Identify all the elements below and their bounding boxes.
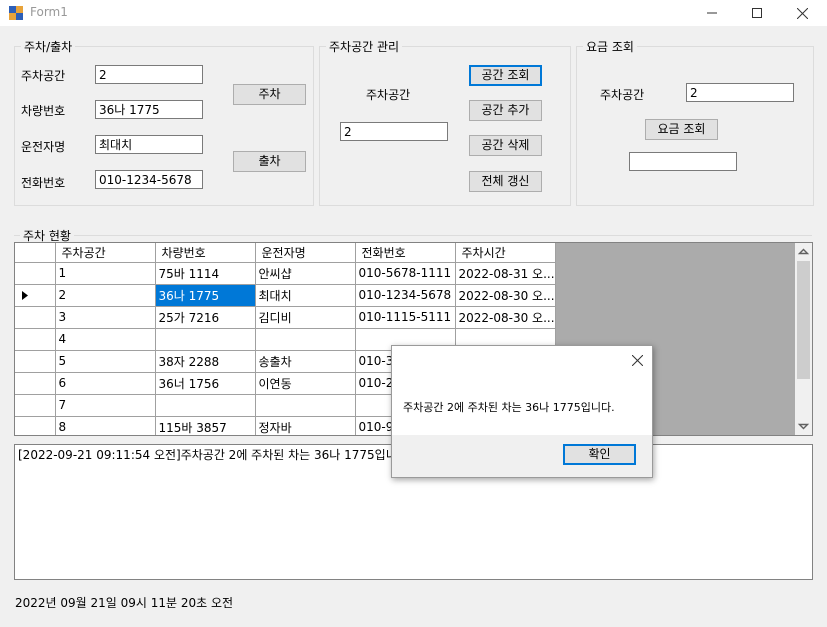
car-number-label: 차량번호	[21, 104, 66, 118]
park-button[interactable]: 주차	[233, 84, 306, 105]
fee-space-label: 주차공간	[600, 88, 645, 102]
driver-name-label: 운전자명	[21, 140, 66, 154]
table-row[interactable]: 3 25가 7216 김디비 010-1115-5111 2022-08-30 …	[15, 306, 556, 329]
close-icon	[796, 7, 808, 19]
minimize-button[interactable]	[689, 0, 735, 26]
fee-lookup-button[interactable]: 요금 조회	[645, 119, 718, 140]
scroll-down-icon[interactable]	[795, 418, 812, 435]
cell-car[interactable]	[155, 394, 256, 417]
cell-space[interactable]: 7	[55, 394, 156, 417]
row-header[interactable]	[15, 262, 56, 285]
column-header-phone[interactable]: 전화번호	[355, 243, 456, 263]
cell-car[interactable]: 75바 1114	[155, 262, 256, 285]
grid-header-row: 주차공간 차량번호 운전자명 전화번호 주차시간	[15, 243, 556, 263]
app-icon	[9, 6, 23, 20]
cell-driver[interactable]	[255, 328, 356, 351]
message-dialog: 주차공간 2에 주차된 차는 36나 1775입니다. 확인	[391, 345, 653, 478]
space-delete-button[interactable]: 공간 삭제	[469, 135, 542, 156]
column-header-time[interactable]: 주차시간	[455, 243, 556, 263]
minimize-icon	[707, 12, 717, 14]
cell-space[interactable]: 6	[55, 372, 156, 395]
cell-space[interactable]: 2	[55, 284, 156, 307]
cell-driver[interactable]: 안씨샵	[255, 262, 356, 285]
cell-car[interactable]: 36너 1756	[155, 372, 256, 395]
cell-car-selected[interactable]: 36나 1775	[155, 284, 256, 307]
cell-car[interactable]	[155, 328, 256, 351]
fee-space-input[interactable]: 2	[686, 83, 794, 102]
row-header[interactable]	[15, 394, 56, 417]
maximize-button[interactable]	[734, 0, 780, 26]
close-button[interactable]	[779, 0, 825, 26]
space-management-title: 주차공간 관리	[326, 38, 403, 55]
cell-space[interactable]: 8	[55, 416, 156, 435]
cell-space[interactable]: 1	[55, 262, 156, 285]
cell-driver[interactable]: 정자바	[255, 416, 356, 435]
grid-corner-header	[15, 243, 56, 263]
fee-result-output[interactable]	[629, 152, 737, 171]
cell-space[interactable]: 4	[55, 328, 156, 351]
phone-label: 전화번호	[21, 176, 66, 190]
table-row[interactable]: 1 75바 1114 안씨샵 010-5678-1111 2022-08-31 …	[15, 262, 556, 285]
cell-time[interactable]: 2022-08-30 오...	[455, 306, 556, 329]
cell-phone[interactable]: 010-5678-1111	[355, 262, 456, 285]
row-header[interactable]	[15, 306, 56, 329]
grid-vertical-scrollbar[interactable]	[795, 243, 812, 435]
cell-driver[interactable]: 최대치	[255, 284, 356, 307]
scroll-thumb[interactable]	[797, 261, 810, 379]
cell-driver[interactable]	[255, 394, 356, 417]
status-clock: 2022년 09월 21일 09시 11분 20초 오전	[15, 596, 234, 610]
parking-status-group: 주차 현황	[14, 227, 812, 244]
row-header[interactable]	[15, 350, 56, 373]
dialog-ok-button[interactable]: 확인	[563, 444, 636, 465]
fee-group-title: 요금 조회	[583, 38, 637, 55]
space-mgmt-space-input[interactable]: 2	[340, 122, 448, 141]
cell-car[interactable]: 25가 7216	[155, 306, 256, 329]
exit-button[interactable]: 출차	[233, 151, 306, 172]
column-header-car[interactable]: 차량번호	[155, 243, 256, 263]
scroll-up-icon[interactable]	[795, 243, 812, 260]
cell-time[interactable]: 2022-08-30 오...	[455, 284, 556, 307]
refresh-all-button[interactable]: 전체 갱신	[469, 171, 542, 192]
column-header-driver[interactable]: 운전자명	[255, 243, 356, 263]
cell-space[interactable]: 3	[55, 306, 156, 329]
space-lookup-button[interactable]: 공간 조회	[469, 65, 542, 86]
current-row-arrow-icon	[22, 291, 28, 300]
maximize-icon	[752, 8, 762, 18]
cell-phone[interactable]: 010-1234-5678	[355, 284, 456, 307]
column-header-space[interactable]: 주차공간	[55, 243, 156, 263]
cell-driver[interactable]: 송출차	[255, 350, 356, 373]
dialog-message: 주차공간 2에 주차된 차는 36나 1775입니다.	[403, 401, 615, 414]
driver-name-input[interactable]: 최대치	[95, 135, 203, 154]
car-number-input[interactable]: 36나 1775	[95, 100, 203, 119]
dialog-body: 주차공간 2에 주차된 차는 36나 1775입니다.	[392, 346, 652, 435]
cell-car[interactable]: 38자 2288	[155, 350, 256, 373]
title-bar: Form1	[0, 0, 827, 26]
parking-space-label: 주차공간	[21, 69, 66, 83]
row-header-current[interactable]	[15, 284, 56, 307]
space-add-button[interactable]: 공간 추가	[469, 100, 542, 121]
cell-time[interactable]: 2022-08-31 오...	[455, 262, 556, 285]
row-header[interactable]	[15, 372, 56, 395]
parking-group-title: 주차/출차	[21, 38, 76, 55]
table-row[interactable]: 2 36나 1775 최대치 010-1234-5678 2022-08-30 …	[15, 284, 556, 307]
cell-driver[interactable]: 김디비	[255, 306, 356, 329]
dialog-close-icon[interactable]	[632, 355, 643, 366]
row-header[interactable]	[15, 328, 56, 351]
parking-space-input[interactable]: 2	[95, 65, 203, 84]
cell-driver[interactable]: 이연동	[255, 372, 356, 395]
row-header[interactable]	[15, 416, 56, 435]
cell-phone[interactable]: 010-1115-5111	[355, 306, 456, 329]
cell-space[interactable]: 5	[55, 350, 156, 373]
cell-car[interactable]: 115바 3857	[155, 416, 256, 435]
phone-input[interactable]: 010-1234-5678	[95, 170, 203, 189]
space-mgmt-space-label: 주차공간	[366, 88, 411, 102]
window-title: Form1	[30, 5, 68, 19]
